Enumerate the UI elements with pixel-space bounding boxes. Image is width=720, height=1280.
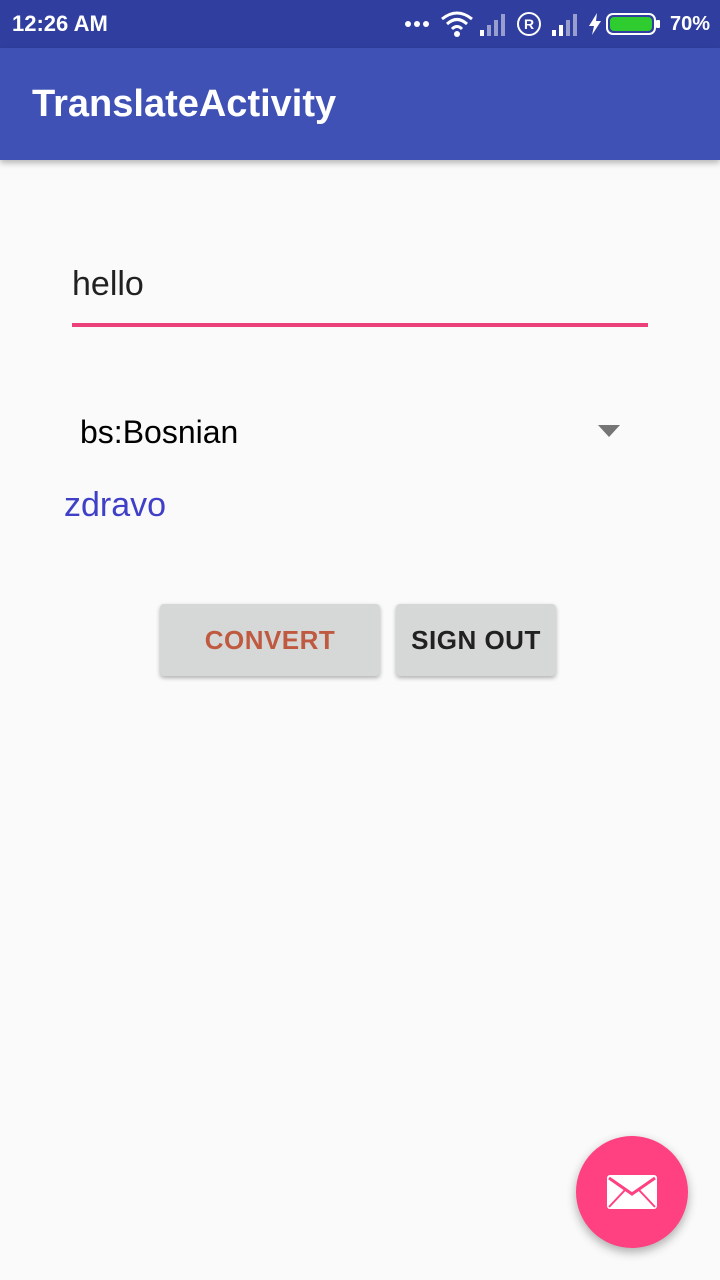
mail-fab-button[interactable] [576,1136,688,1248]
word-input[interactable] [72,256,648,312]
app-bar: TranslateActivity [0,48,720,160]
wifi-icon [441,11,473,37]
screen: 12:26 AM R 70% TranslateActivity hello b… [0,0,720,1280]
status-icons: R 70% [404,8,710,40]
battery-icon [605,13,660,35]
dropdown-arrow-icon [598,425,620,437]
status-bar: 12:26 AM R 70% [0,0,720,48]
more-dots-icon [404,21,429,27]
mail-icon [607,1175,657,1209]
svg-text:R: R [524,16,534,32]
signal-icon [551,14,577,36]
language-spinner[interactable]: bs:Bosnian [64,396,640,468]
sign-out-button[interactable]: SIGN OUT [396,604,556,676]
page-title: TranslateActivity [32,83,337,125]
status-time: 12:26 AM [12,11,108,36]
roaming-r-icon: R [516,12,541,36]
battery-percent: 70% [669,12,710,35]
charging-bolt-icon [588,13,601,35]
signal-icon [479,14,505,36]
translation-result: zdravo [64,486,167,524]
input-underline [72,323,648,327]
language-spinner-value: bs:Bosnian [80,414,239,450]
convert-button[interactable]: CONVERT [160,604,380,676]
